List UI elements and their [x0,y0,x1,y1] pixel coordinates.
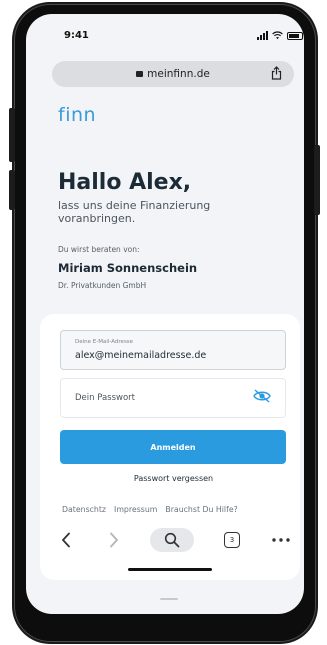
footer-links: Datenschtz Impressum Brauchst Du Hilfe? [62,505,238,514]
imprint-link[interactable]: Impressum [114,505,157,514]
password-field[interactable]: Dein Passwort [60,378,286,418]
home-indicator [128,568,212,571]
search-button[interactable] [150,528,194,552]
address-bar[interactable]: meinfinn.de [52,61,294,87]
eye-icon[interactable] [253,389,271,403]
share-icon[interactable] [271,66,282,80]
page-title: Hallo Alex, [58,170,192,195]
email-field[interactable]: Deine E-Mail-Adresse alex@meinemailadres… [60,330,286,370]
forgot-password-link[interactable]: Passwort vergessen [10,474,327,483]
brand-logo: finn [58,104,97,126]
volume-up-button [9,108,15,162]
password-placeholder: Dein Passwort [75,393,136,403]
divider [160,598,178,600]
status-bar: 9:41 [0,0,327,41]
volume-down-button [9,170,15,210]
privacy-link[interactable]: Datenschtz [62,505,106,514]
more-icon[interactable] [272,538,290,542]
advisor-name: Miriam Sonnenschein [58,261,198,275]
advisor-company: Dr. Privatkunden GmbH [58,281,147,290]
status-icons [257,31,303,40]
chevron-left-icon[interactable] [60,532,72,548]
chevron-right-icon[interactable] [108,532,120,548]
email-field-label: Deine E-Mail-Adresse [75,339,134,345]
power-button [314,145,320,215]
lock-icon [136,71,144,77]
login-button[interactable]: Anmelden [60,430,286,464]
tabs-icon[interactable]: 3 [224,532,240,548]
page-subtitle: lass uns deine Finanzierung voranbringen… [58,199,211,225]
signal-icon [257,31,268,40]
status-time: 9:41 [64,30,89,41]
address-bar-content: meinfinn.de [52,68,294,80]
email-field-value: alex@meinemailadresse.de [75,350,207,361]
advisor-label: Du wirst beraten von: [58,245,140,254]
search-icon [164,532,180,548]
help-link[interactable]: Brauchst Du Hilfe? [165,505,237,514]
url-text: meinfinn.de [147,68,210,80]
wifi-icon [272,31,283,40]
battery-icon [287,32,303,40]
